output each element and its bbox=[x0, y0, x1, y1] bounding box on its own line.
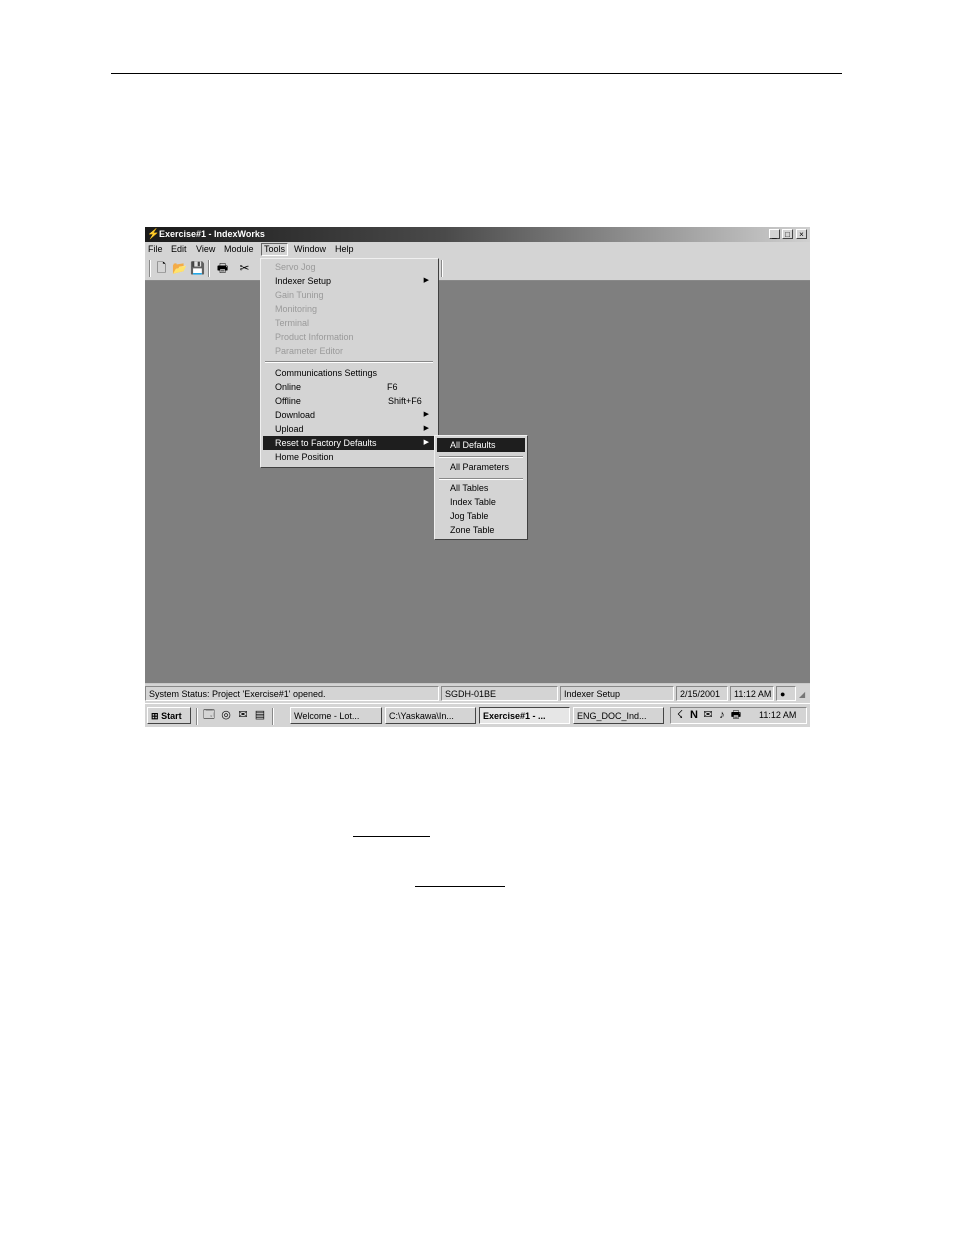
menu-item-communications-settings[interactable]: Communications Settings bbox=[263, 366, 435, 380]
submenu-arrow-icon: ▶ bbox=[423, 425, 429, 432]
tray-mail-icon[interactable]: ✉ bbox=[701, 708, 715, 723]
system-tray: ☇ N ✉ ♪ 🖶 11:12 AM bbox=[670, 707, 807, 724]
quick-launch-mail-icon[interactable]: ✉ bbox=[236, 708, 250, 723]
menu-item-download[interactable]: Download ▶ bbox=[263, 408, 435, 422]
menu-item-parameter-editor: Parameter Editor bbox=[275, 346, 344, 356]
new-file-icon[interactable]: 🗋 bbox=[154, 261, 169, 276]
menu-item-gain-tuning: Gain Tuning bbox=[275, 290, 324, 300]
submenu-item-all-parameters[interactable]: All Parameters bbox=[437, 460, 525, 474]
menu-tools[interactable]: Tools bbox=[261, 243, 289, 256]
toolbar: 🗋 📂 💾 🖶 ✂ bbox=[145, 257, 810, 281]
minimize-button[interactable]: _ bbox=[769, 229, 780, 239]
blank-underline bbox=[353, 836, 430, 837]
status-bar: System Status: Project 'Exercise#1' open… bbox=[145, 684, 810, 703]
status-date: 2/15/2001 bbox=[676, 686, 728, 701]
submenu-item-zone-table[interactable]: Zone Table bbox=[437, 523, 525, 537]
save-icon[interactable]: 💾 bbox=[190, 261, 205, 276]
tools-dropdown: Servo Jog Indexer Setup ▶ Gain Tuning Mon… bbox=[260, 258, 439, 468]
submenu-arrow-icon: ▶ bbox=[423, 411, 429, 418]
taskbar-separator bbox=[272, 708, 274, 725]
toolbar-separator bbox=[441, 260, 443, 277]
taskbar-button-eng-doc[interactable]: ENG_DOC_Ind... bbox=[573, 707, 664, 724]
taskbar-clock: 11:12 AM bbox=[759, 710, 797, 720]
menu-item-terminal: Terminal bbox=[275, 318, 310, 328]
submenu-item-jog-table[interactable]: Jog Table bbox=[437, 509, 525, 523]
page-header-rule bbox=[111, 73, 842, 74]
submenu-item-index-table[interactable]: Index Table bbox=[437, 495, 525, 509]
menu-edit[interactable]: Edit bbox=[171, 244, 187, 255]
menu-item-home-position[interactable]: Home Position bbox=[263, 450, 435, 464]
window-title: Exercise#1 - IndexWorks bbox=[159, 229, 265, 239]
submenu-arrow-icon: ▶ bbox=[423, 277, 429, 284]
status-drive: SGDH-01BE bbox=[441, 686, 558, 701]
toolbar-grip bbox=[149, 260, 151, 277]
menu-item-monitoring: Monitoring bbox=[275, 304, 318, 314]
menu-file[interactable]: File bbox=[148, 244, 163, 255]
cut-icon[interactable]: ✂ bbox=[237, 261, 252, 276]
windows-logo-icon: ⊞ bbox=[151, 711, 159, 721]
menu-module[interactable]: Module bbox=[224, 244, 254, 255]
maximize-button[interactable]: □ bbox=[782, 229, 793, 239]
taskbar: ⊞ Start 🗔 ◎ ✉ ▤ Welcome - Lot... C:\Yask… bbox=[145, 703, 810, 727]
menu-item-upload[interactable]: Upload ▶ bbox=[263, 422, 435, 436]
close-button[interactable]: × bbox=[796, 229, 807, 239]
app-logo-icon: ⚡ bbox=[147, 229, 160, 240]
status-mode: Indexer Setup bbox=[560, 686, 674, 701]
start-button[interactable]: ⊞ Start bbox=[147, 707, 191, 724]
menu-item-servo-jog: Servo Jog bbox=[275, 262, 316, 272]
menu-item-offline[interactable]: Offline Shift+F6 bbox=[263, 394, 435, 408]
menu-view[interactable]: View bbox=[196, 244, 215, 255]
menu-item-reset-factory-defaults[interactable]: Reset to Factory Defaults ▶ bbox=[263, 436, 435, 450]
submenu-arrow-icon: ▶ bbox=[423, 439, 429, 446]
status-message: System Status: Project 'Exercise#1' open… bbox=[145, 686, 439, 701]
quick-launch-browser-icon[interactable]: ◎ bbox=[219, 708, 233, 723]
taskbar-button-welcome[interactable]: Welcome - Lot... bbox=[290, 707, 382, 724]
menu-item-product-information: Product Information bbox=[275, 332, 354, 342]
menu-item-online[interactable]: Online F6 bbox=[263, 380, 435, 394]
menu-window[interactable]: Window bbox=[294, 244, 326, 255]
shortcut-label: F6 bbox=[387, 382, 398, 392]
tray-printer-icon[interactable]: 🖶 bbox=[729, 708, 743, 723]
taskbar-separator bbox=[196, 708, 198, 725]
blank-underline bbox=[415, 886, 505, 887]
submenu-item-all-tables[interactable]: All Tables bbox=[437, 481, 525, 495]
tray-network-icon[interactable]: ☇ bbox=[673, 708, 687, 723]
menu-separator bbox=[265, 361, 433, 363]
connection-status-icon: ● bbox=[776, 686, 796, 701]
tray-n-icon[interactable]: N bbox=[687, 708, 701, 723]
quick-launch-desktop-icon[interactable]: 🗔 bbox=[202, 708, 216, 723]
toolbar-separator bbox=[208, 260, 210, 277]
title-bar[interactable]: ⚡ Exercise#1 - IndexWorks _ □ × bbox=[145, 227, 810, 242]
status-time: 11:12 AM bbox=[730, 686, 774, 701]
taskbar-button-indexworks[interactable]: Exercise#1 - ... bbox=[479, 707, 570, 724]
print-icon[interactable]: 🖶 bbox=[215, 261, 230, 276]
menu-separator bbox=[439, 478, 523, 480]
open-folder-icon[interactable]: 📂 bbox=[172, 261, 187, 276]
menu-item-indexer-setup[interactable]: Indexer Setup ▶ bbox=[263, 274, 435, 288]
shortcut-label: Shift+F6 bbox=[388, 396, 422, 406]
menu-help[interactable]: Help bbox=[335, 244, 354, 255]
taskbar-button-explorer[interactable]: C:\Yaskawa\In... bbox=[385, 707, 476, 724]
reset-defaults-submenu: All Defaults All Parameters All Tables I… bbox=[434, 435, 528, 540]
tray-volume-icon[interactable]: ♪ bbox=[715, 708, 729, 723]
menu-separator bbox=[439, 456, 523, 458]
indexworks-window: ⚡ Exercise#1 - IndexWorks _ □ × File Edi… bbox=[145, 227, 810, 727]
resize-grip-icon[interactable]: ◢ bbox=[799, 690, 805, 699]
submenu-item-all-defaults[interactable]: All Defaults bbox=[437, 438, 525, 452]
quick-launch-app-icon[interactable]: ▤ bbox=[253, 708, 267, 723]
menu-bar: File Edit View Module Tools Window Help bbox=[145, 242, 810, 257]
